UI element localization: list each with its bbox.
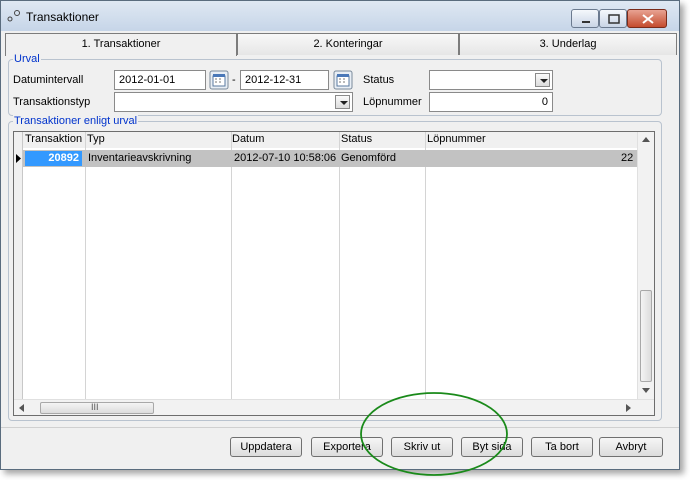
tab-underlag[interactable]: 3. Underlag [459, 33, 677, 55]
status-select[interactable] [429, 70, 553, 90]
transaction-grid[interactable]: Transaktion Typ Datum Status Löpnummer 2… [13, 131, 655, 416]
calendar-to-icon[interactable] [333, 70, 353, 90]
horizontal-scrollbar[interactable]: III [14, 399, 654, 415]
vertical-scrollbar[interactable] [637, 132, 654, 400]
grid-header: Transaktion Typ Datum Status Löpnummer [14, 132, 638, 148]
column-divider [339, 132, 340, 400]
column-header-transaktion[interactable]: Transaktion [25, 133, 82, 145]
date-from-field[interactable]: 2012-01-01 [114, 70, 206, 90]
minimize-button[interactable] [571, 9, 599, 28]
table-row[interactable]: 20892 Inventarieavskrivning 2012-07-10 1… [23, 150, 638, 167]
urval-legend: Urval [13, 52, 41, 66]
row-pointer-icon [16, 154, 21, 163]
column-header-status[interactable]: Status [341, 133, 372, 145]
column-divider [425, 132, 426, 400]
footer-divider [1, 427, 679, 428]
scroll-down-icon[interactable] [642, 388, 650, 394]
scroll-right-icon[interactable] [626, 404, 632, 412]
lopnummer-field[interactable]: 0 [429, 92, 553, 112]
horizontal-scroll-thumb[interactable]: III [40, 402, 154, 414]
ta-bort-button[interactable]: Ta bort [531, 437, 593, 457]
column-header-datum[interactable]: Datum [232, 133, 264, 145]
transaktionstyp-label: Transaktionstyp [13, 96, 91, 108]
close-button[interactable] [627, 9, 667, 28]
calendar-from-icon[interactable] [209, 70, 229, 90]
scroll-left-icon[interactable] [18, 404, 24, 412]
datumintervall-label: Datumintervall [13, 74, 84, 86]
cell-transaktion[interactable]: 20892 [25, 151, 82, 166]
transaktionstyp-dropdown-button[interactable] [335, 95, 350, 109]
title-bar[interactable]: Transaktioner [1, 1, 679, 31]
cell-status[interactable]: Genomförd [341, 152, 396, 164]
chevron-down-icon [540, 79, 548, 83]
results-legend: Transaktioner enligt urval [13, 114, 139, 128]
window-title: Transaktioner [26, 10, 99, 24]
avbryt-button[interactable]: Avbryt [599, 437, 663, 457]
row-selector-column[interactable] [14, 132, 23, 400]
uppdatera-button[interactable]: Uppdatera [230, 437, 302, 457]
maximize-button[interactable] [599, 9, 627, 28]
chevron-down-icon [340, 101, 348, 105]
transaktioner-window: Transaktioner 1. Transaktioner 2. Konter… [0, 0, 680, 470]
column-header-typ[interactable]: Typ [87, 133, 105, 145]
app-icon [7, 10, 20, 22]
scroll-up-icon[interactable] [642, 136, 650, 142]
maximize-icon [608, 14, 620, 24]
lopnummer-label: Löpnummer [363, 96, 422, 108]
cell-datum[interactable]: 2012-07-10 10:58:06 [234, 152, 336, 164]
minimize-icon [582, 21, 590, 23]
annotation-ellipse [360, 392, 508, 476]
close-icon [642, 14, 654, 24]
date-separator: - [232, 74, 236, 86]
tab-konteringar[interactable]: 2. Konteringar [237, 33, 459, 55]
status-dropdown-button[interactable] [535, 73, 550, 87]
date-to-field[interactable]: 2012-12-31 [240, 70, 329, 90]
column-divider [231, 132, 232, 400]
transaktionstyp-select[interactable] [114, 92, 353, 112]
cell-typ[interactable]: Inventarieavskrivning [88, 152, 191, 164]
vertical-scroll-thumb[interactable] [640, 290, 652, 382]
status-label: Status [363, 74, 395, 86]
column-divider [85, 132, 86, 400]
tab-strip: 1. Transaktioner 2. Konteringar 3. Under… [5, 33, 677, 56]
scroll-grip: III [91, 402, 99, 412]
column-header-lopnummer[interactable]: Löpnummer [427, 133, 486, 145]
cell-lopnummer[interactable]: 22 [621, 152, 633, 164]
